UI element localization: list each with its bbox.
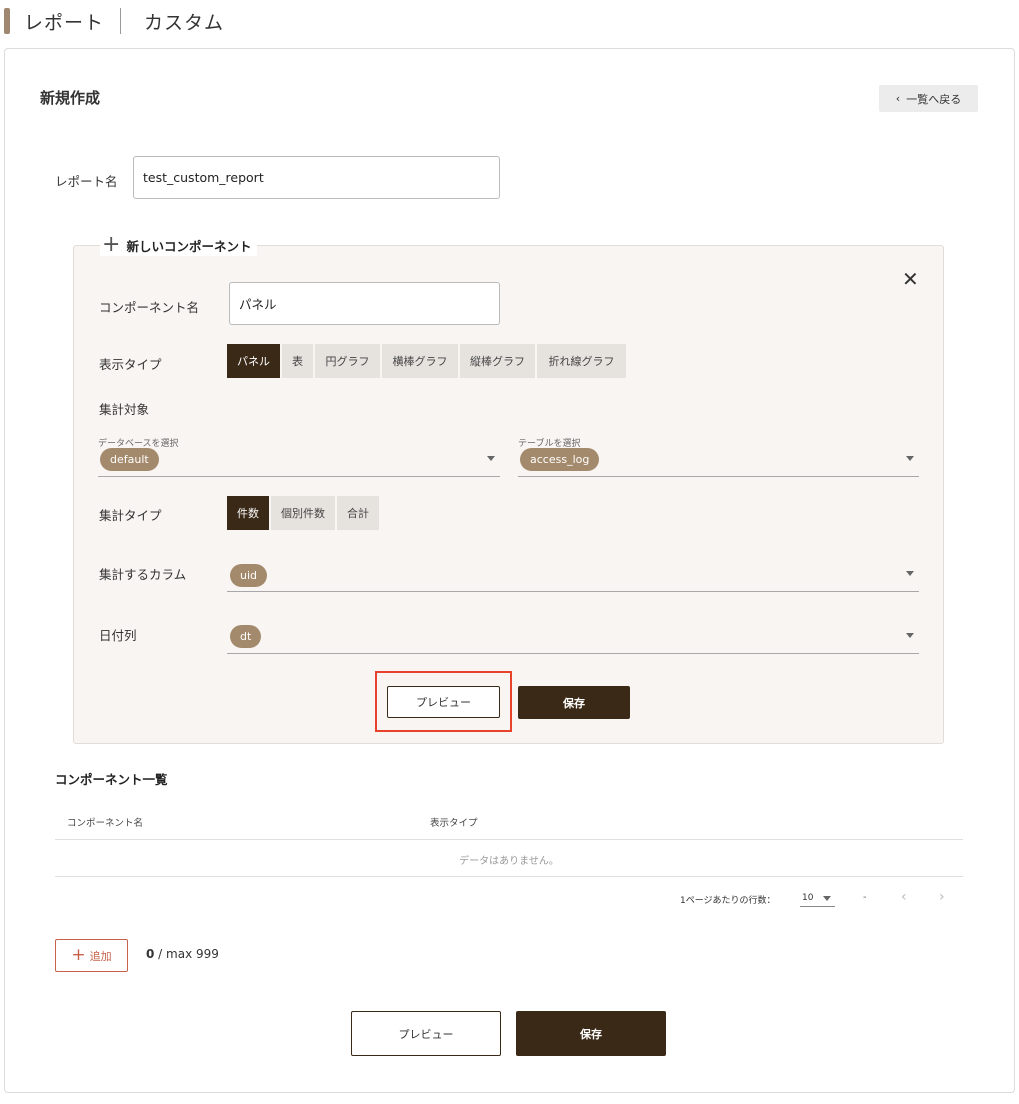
agg-type-count[interactable]: 件数 — [227, 496, 269, 530]
rows-per-page-label: 1ページあたりの行数： — [680, 896, 776, 906]
plus-icon: + — [71, 945, 86, 965]
component-editor-panel — [73, 245, 944, 744]
report-save-label: 保存 — [580, 1027, 602, 1041]
component-save-label: 保存 — [563, 696, 585, 710]
table-header-divider — [55, 839, 963, 840]
chevron-down-icon — [823, 895, 832, 901]
breadcrumb-divider — [120, 8, 121, 34]
database-chip: default — [100, 448, 159, 471]
breadcrumb-current: カスタム — [144, 12, 225, 34]
back-to-list-button[interactable]: ‹ 一覧へ戻る — [879, 85, 978, 112]
table-footer-divider — [55, 876, 963, 877]
plus-icon: + — [102, 232, 121, 257]
table-chip: access_log — [520, 448, 600, 471]
display-type-hbar[interactable]: 横棒グラフ — [382, 344, 458, 378]
rows-per-page-select[interactable]: 10 — [800, 893, 835, 907]
new-component-heading[interactable]: + 新しいコンポーネント — [100, 232, 258, 257]
display-type-label: 表示タイプ — [99, 357, 162, 372]
component-preview-button[interactable]: プレビュー — [387, 686, 500, 718]
component-name-input[interactable]: パネル — [229, 282, 500, 325]
agg-column-select[interactable]: uid — [227, 563, 919, 592]
agg-type-sum[interactable]: 合計 — [337, 496, 379, 530]
display-type-panel[interactable]: パネル — [227, 344, 280, 378]
chevron-left-icon: ‹ — [895, 92, 901, 105]
agg-type-selector: 件数 個別件数 合計 — [227, 496, 381, 530]
new-component-label: 新しいコンポーネント — [126, 238, 252, 254]
component-save-button[interactable]: 保存 — [518, 686, 630, 719]
component-name-label: コンポーネント名 — [99, 300, 200, 315]
report-preview-button[interactable]: プレビュー — [351, 1011, 501, 1056]
column-header-name: コンポーネント名 — [67, 818, 144, 829]
page-range-text: - — [863, 892, 867, 903]
component-count-max: / max 999 — [154, 947, 219, 961]
display-type-selector: パネル 表 円グラフ 横棒グラフ 縦棒グラフ 折れ線グラフ — [227, 344, 628, 378]
display-type-table[interactable]: 表 — [282, 344, 313, 378]
target-label: 集計対象 — [99, 402, 150, 417]
page-title: 新規作成 — [40, 89, 101, 107]
report-name-label: レポート名 — [55, 174, 118, 189]
close-icon[interactable]: ✕ — [902, 269, 919, 289]
chevron-down-icon — [906, 571, 914, 576]
display-type-vbar[interactable]: 縦棒グラフ — [460, 344, 535, 378]
chevron-down-icon — [906, 456, 914, 461]
report-save-button[interactable]: 保存 — [516, 1011, 666, 1056]
date-column-chip: dt — [230, 625, 262, 648]
component-preview-label: プレビュー — [416, 696, 471, 709]
chevron-down-icon — [487, 456, 495, 461]
component-name-value: パネル — [239, 297, 277, 312]
agg-column-chip: uid — [230, 564, 268, 587]
breadcrumb-root[interactable]: レポート — [24, 8, 104, 35]
back-to-list-label: 一覧へ戻る — [906, 92, 962, 106]
display-type-line[interactable]: 折れ線グラフ — [537, 344, 626, 378]
display-type-pie[interactable]: 円グラフ — [315, 344, 380, 378]
report-name-value: test_custom_report — [143, 170, 264, 185]
database-select[interactable]: default — [98, 448, 500, 477]
date-column-label: 日付列 — [99, 628, 137, 643]
table-select[interactable]: access_log — [518, 448, 919, 477]
empty-state-text: データはありません。 — [459, 856, 559, 867]
add-component-button[interactable]: + 追加 — [55, 939, 128, 972]
column-header-type: 表示タイプ — [430, 818, 478, 829]
agg-type-distinct[interactable]: 個別件数 — [271, 496, 335, 530]
report-name-input[interactable]: test_custom_report — [133, 156, 500, 199]
agg-column-label: 集計するカラム — [99, 567, 187, 582]
report-preview-label: プレビュー — [398, 1027, 454, 1041]
chevron-down-icon — [906, 633, 914, 638]
breadcrumb-accent-bar — [4, 8, 10, 34]
agg-type-label: 集計タイプ — [99, 508, 162, 523]
add-component-label: 追加 — [89, 949, 112, 963]
date-column-select[interactable]: dt — [227, 625, 919, 654]
component-list-title: コンポーネント一覧 — [55, 772, 168, 787]
prev-page-icon[interactable]: ‹ — [901, 889, 907, 905]
rows-per-page-value: 10 — [802, 893, 814, 903]
component-count: 0 / max 999 — [146, 947, 219, 961]
next-page-icon[interactable]: › — [939, 889, 945, 905]
